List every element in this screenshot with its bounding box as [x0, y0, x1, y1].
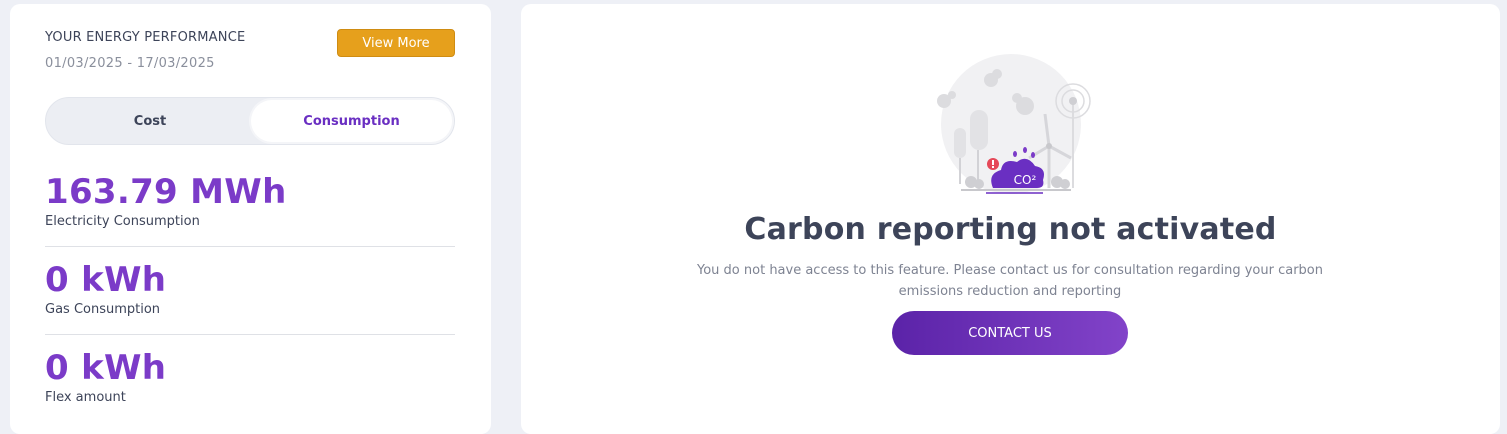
metric-value: 0 kWh: [45, 260, 167, 300]
co2-factory-wind-illustration-icon: CO²: [931, 54, 1091, 194]
divider: [45, 334, 455, 335]
carbon-reporting-card: CO² Carbon reporting not activated You d…: [521, 4, 1500, 434]
metric-label: Flex amount: [45, 390, 126, 405]
date-range: 01/03/2025 - 17/03/2025: [45, 56, 215, 71]
metric-gas: 0 kWh Gas Consumption: [45, 262, 455, 317]
metric-electricity: 163.79 MWh Electricity Consumption: [45, 174, 455, 229]
contact-us-button[interactable]: CONTACT US: [892, 311, 1128, 355]
toggle-option-consumption[interactable]: Consumption: [251, 100, 452, 142]
cost-consumption-toggle: Cost Consumption: [45, 97, 455, 145]
energy-performance-card: YOUR ENERGY PERFORMANCE 01/03/2025 - 17/…: [10, 4, 491, 434]
metric-label: Gas Consumption: [45, 302, 161, 317]
metric-value: 163.79 MWh: [45, 172, 287, 212]
metric-label: Electricity Consumption: [45, 214, 200, 229]
view-more-button[interactable]: View More: [337, 29, 455, 57]
co2-label: CO²: [1014, 173, 1037, 187]
divider: [45, 246, 455, 247]
performance-title: YOUR ENERGY PERFORMANCE: [45, 30, 246, 45]
carbon-description: You do not have access to this feature. …: [697, 263, 1323, 299]
carbon-not-activated-title: Carbon reporting not activated: [744, 212, 1277, 247]
metric-value: 0 kWh: [45, 348, 167, 388]
toggle-option-cost[interactable]: Cost: [48, 100, 252, 142]
metric-flex: 0 kWh Flex amount: [45, 350, 455, 405]
